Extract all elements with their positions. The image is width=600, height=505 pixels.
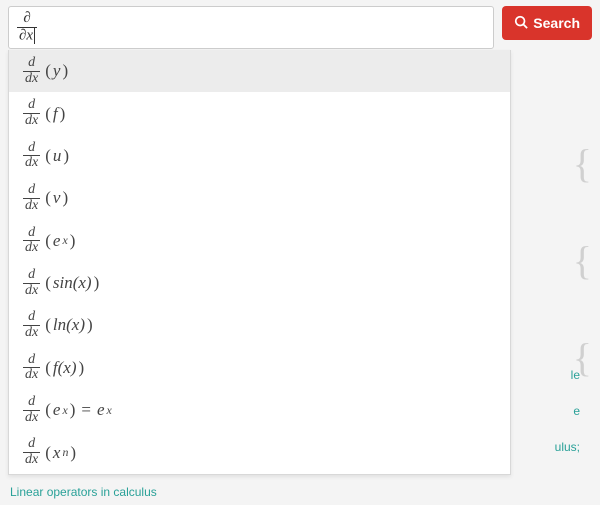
search-button[interactable]: Search xyxy=(502,6,592,40)
suggestion-dropdown: ddx(y)ddx(f)ddx(u)ddx(v)ddx(ex)ddx(sin(x… xyxy=(8,50,511,475)
footer-link[interactable]: Linear operators in calculus xyxy=(10,485,157,499)
suggestion-item[interactable]: ddx(y) xyxy=(9,50,510,92)
search-icon xyxy=(514,15,528,32)
search-button-label: Search xyxy=(533,15,580,31)
top-bar: ∂ ∂x Search xyxy=(0,0,600,49)
suggestion-item[interactable]: ddx(ex) xyxy=(9,220,510,262)
background-decor: {{{ xyxy=(573,140,592,381)
suggestion-item[interactable]: ddx(f(x)) xyxy=(9,347,510,389)
suggestion-item[interactable]: ddx(xn) xyxy=(9,431,510,473)
suggestion-item[interactable]: ddx(ex)=ex xyxy=(9,389,510,431)
suggestion-item[interactable]: ddx(sin(x)) xyxy=(9,262,510,304)
suggestion-item[interactable]: ddx(v) xyxy=(9,177,510,219)
suggestion-item[interactable]: ddx(u) xyxy=(9,135,510,177)
suggestion-item[interactable]: ddx(f) xyxy=(9,92,510,134)
input-numerator: ∂ xyxy=(17,11,37,27)
background-links-partial: le e ulus; xyxy=(555,357,580,465)
input-denominator: ∂x xyxy=(17,27,37,44)
suggestion-item[interactable]: ddx(ln(x)) xyxy=(9,304,510,346)
search-input[interactable]: ∂ ∂x xyxy=(8,6,494,49)
